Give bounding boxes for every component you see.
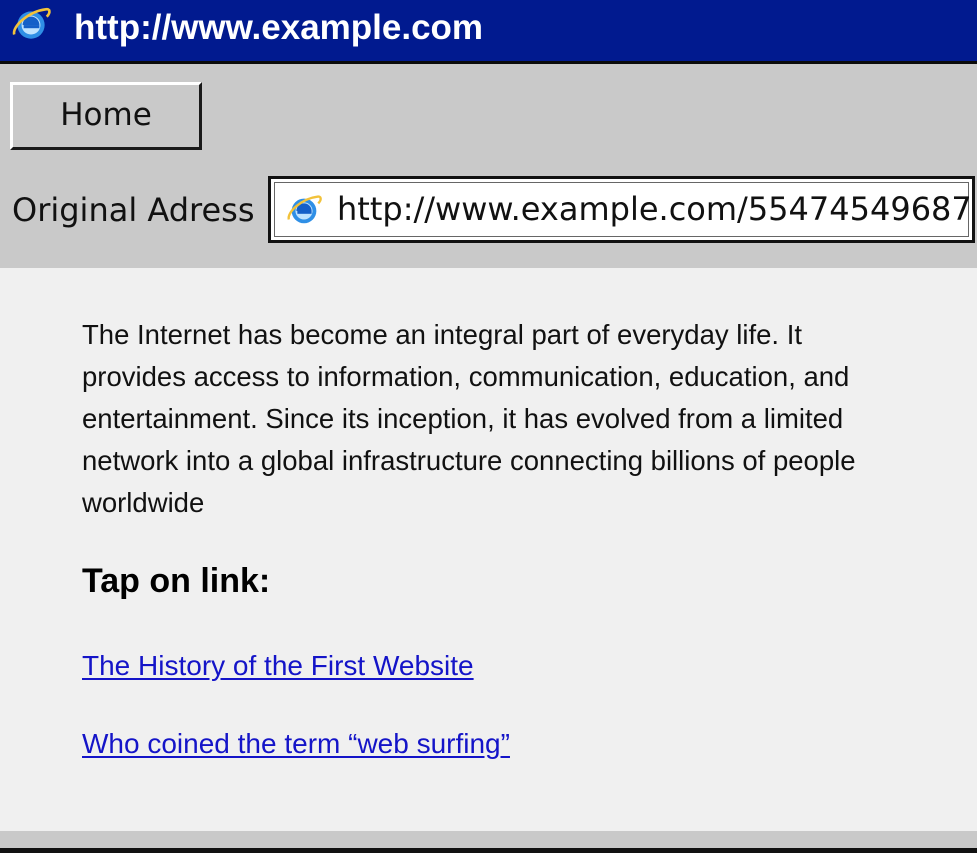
bottom-bar: [0, 831, 977, 853]
page-content: The Internet has become an integral part…: [0, 268, 977, 831]
intro-paragraph: The Internet has become an integral part…: [82, 319, 856, 518]
address-text: http://www.example.com/55474549687000: [337, 190, 975, 228]
title-bar: http://www.example.com: [0, 0, 977, 64]
address-field[interactable]: http://www.example.com/55474549687000: [268, 176, 975, 243]
address-label: Original Adress: [12, 191, 255, 229]
internet-explorer-icon: [287, 195, 322, 224]
home-button[interactable]: Home: [10, 82, 202, 150]
link-web-surfing-term[interactable]: Who coined the term “web surfing”: [82, 726, 510, 762]
links-heading: Tap on link:: [82, 562, 271, 600]
internet-explorer-icon: [12, 7, 51, 39]
window-title: http://www.example.com: [74, 8, 484, 47]
link-history-first-website[interactable]: The History of the First Website: [82, 648, 474, 684]
toolbar: Home Original Adress http://www.example.…: [0, 64, 977, 268]
